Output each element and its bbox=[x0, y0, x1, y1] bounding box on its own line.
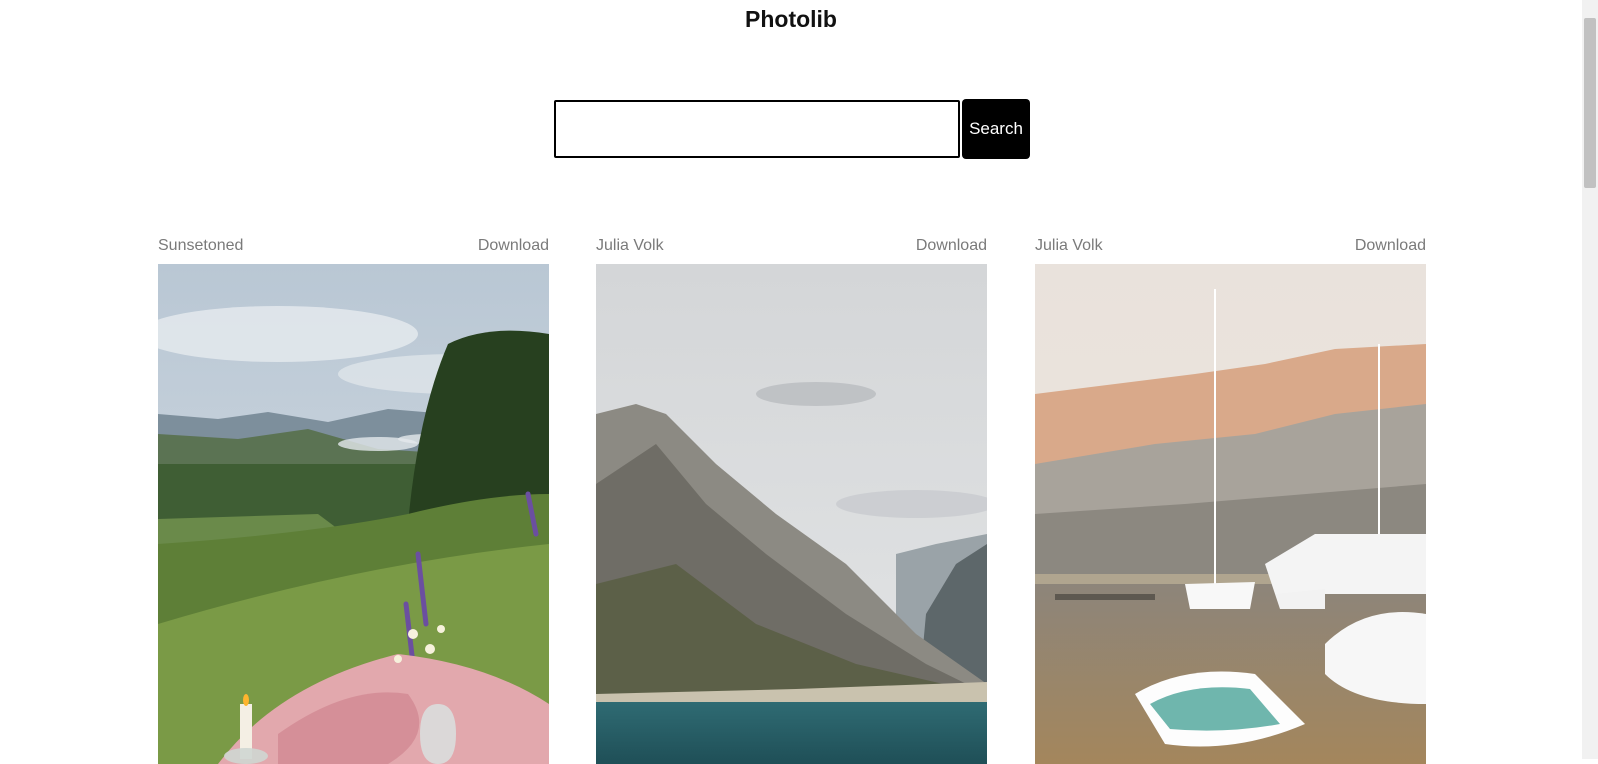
photo-author[interactable]: Sunsetoned bbox=[158, 236, 243, 264]
photo-card: Julia Volk Download bbox=[1035, 236, 1426, 764]
search-input[interactable] bbox=[554, 100, 960, 158]
download-link[interactable]: Download bbox=[478, 236, 549, 264]
download-link[interactable]: Download bbox=[1355, 236, 1426, 264]
search-button[interactable]: Search bbox=[962, 99, 1030, 159]
photo-card: Julia Volk Download bbox=[596, 236, 987, 764]
photo-card-header: Sunsetoned Download bbox=[158, 236, 549, 264]
vertical-scrollbar[interactable] bbox=[1582, 0, 1598, 759]
mountain-bay-photo[interactable] bbox=[596, 264, 987, 764]
photo-card-header: Julia Volk Download bbox=[1035, 236, 1426, 264]
marina-boats-photo[interactable] bbox=[1035, 264, 1426, 764]
photo-card-header: Julia Volk Download bbox=[596, 236, 987, 264]
photo-author[interactable]: Julia Volk bbox=[596, 236, 664, 264]
page-title: Photolib bbox=[745, 6, 837, 32]
photo-card: Sunsetoned Download bbox=[158, 236, 549, 764]
scrollbar-thumb[interactable] bbox=[1584, 18, 1596, 188]
download-link[interactable]: Download bbox=[916, 236, 987, 264]
photo-author[interactable]: Julia Volk bbox=[1035, 236, 1103, 264]
picnic-meadow-mountains-photo[interactable] bbox=[158, 264, 549, 764]
